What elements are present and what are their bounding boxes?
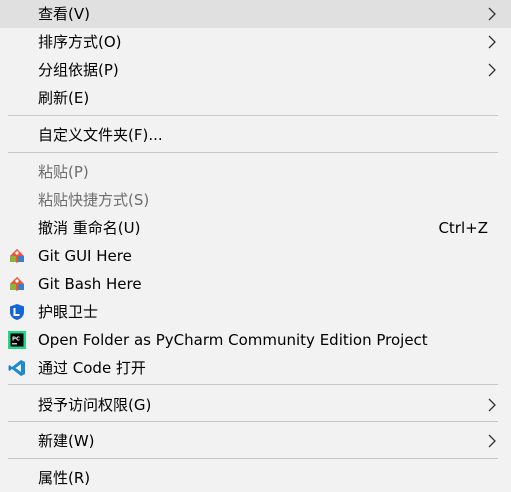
menu-item-eye-guard[interactable]: 护眼卫士: [0, 298, 511, 326]
eye-guard-icon: [10, 304, 24, 320]
menu-separator: [8, 458, 498, 459]
menu-item-undo-rename[interactable]: 撤消 重命名(U) Ctrl+Z: [0, 214, 511, 242]
chevron-right-icon: [488, 63, 496, 77]
menu-item-label: Git GUI Here: [38, 247, 132, 265]
menu-item-grant-access[interactable]: 授予访问权限(G): [0, 391, 511, 419]
menu-item-label: 授予访问权限(G): [38, 396, 152, 414]
menu-item-label: 粘贴(P): [38, 163, 89, 181]
menu-item-label: 通过 Code 打开: [38, 359, 146, 377]
git-bash-icon: [9, 276, 25, 292]
menu-item-label: 查看(V): [38, 5, 90, 23]
menu-item-paste-shortcut: 粘贴快捷方式(S): [0, 186, 511, 214]
svg-text:PC: PC: [12, 337, 20, 343]
menu-item-pycharm[interactable]: PC Open Folder as PyCharm Community Edit…: [0, 326, 511, 354]
chevron-right-icon: [488, 434, 496, 448]
menu-separator: [8, 115, 498, 116]
vscode-icon: [8, 360, 25, 376]
menu-item-label: 刷新(E): [38, 89, 90, 107]
menu-item-group[interactable]: 分组依据(P): [0, 56, 511, 84]
menu-item-customize-folder[interactable]: 自定义文件夹(F)...: [0, 121, 511, 149]
menu-item-label: 属性(R): [38, 469, 91, 487]
chevron-right-icon: [488, 35, 496, 49]
menu-item-label: 粘贴快捷方式(S): [38, 191, 150, 209]
menu-item-sort[interactable]: 排序方式(O): [0, 28, 511, 56]
menu-item-label: 新建(W): [38, 432, 95, 450]
menu-item-view[interactable]: 查看(V): [0, 0, 511, 28]
menu-item-label: Open Folder as PyCharm Community Edition…: [38, 331, 428, 349]
menu-item-label: 撤消 重命名(U): [38, 219, 141, 237]
menu-separator: [8, 384, 498, 385]
pycharm-icon: PC: [8, 331, 26, 349]
chevron-right-icon: [488, 7, 496, 21]
menu-separator: [8, 152, 498, 153]
context-menu: 查看(V) 排序方式(O) 分组依据(P) 刷新(E) 自定义文件夹(F)...…: [0, 0, 511, 492]
git-gui-icon: [9, 248, 25, 264]
menu-item-shortcut: Ctrl+Z: [438, 219, 488, 237]
menu-item-new[interactable]: 新建(W): [0, 427, 511, 455]
chevron-right-icon: [488, 398, 496, 412]
menu-item-label: 排序方式(O): [38, 33, 122, 51]
menu-item-refresh[interactable]: 刷新(E): [0, 84, 511, 112]
menu-item-label: Git Bash Here: [38, 275, 142, 293]
menu-item-open-with-code[interactable]: 通过 Code 打开: [0, 354, 511, 382]
menu-item-properties[interactable]: 属性(R): [0, 464, 511, 492]
menu-item-label: 护眼卫士: [38, 303, 99, 321]
menu-item-label: 分组依据(P): [38, 61, 119, 79]
menu-separator: [8, 421, 498, 422]
menu-item-git-bash[interactable]: Git Bash Here: [0, 270, 511, 298]
menu-item-paste: 粘贴(P): [0, 158, 511, 186]
menu-item-git-gui[interactable]: Git GUI Here: [0, 242, 511, 270]
menu-item-label: 自定义文件夹(F)...: [38, 126, 163, 144]
